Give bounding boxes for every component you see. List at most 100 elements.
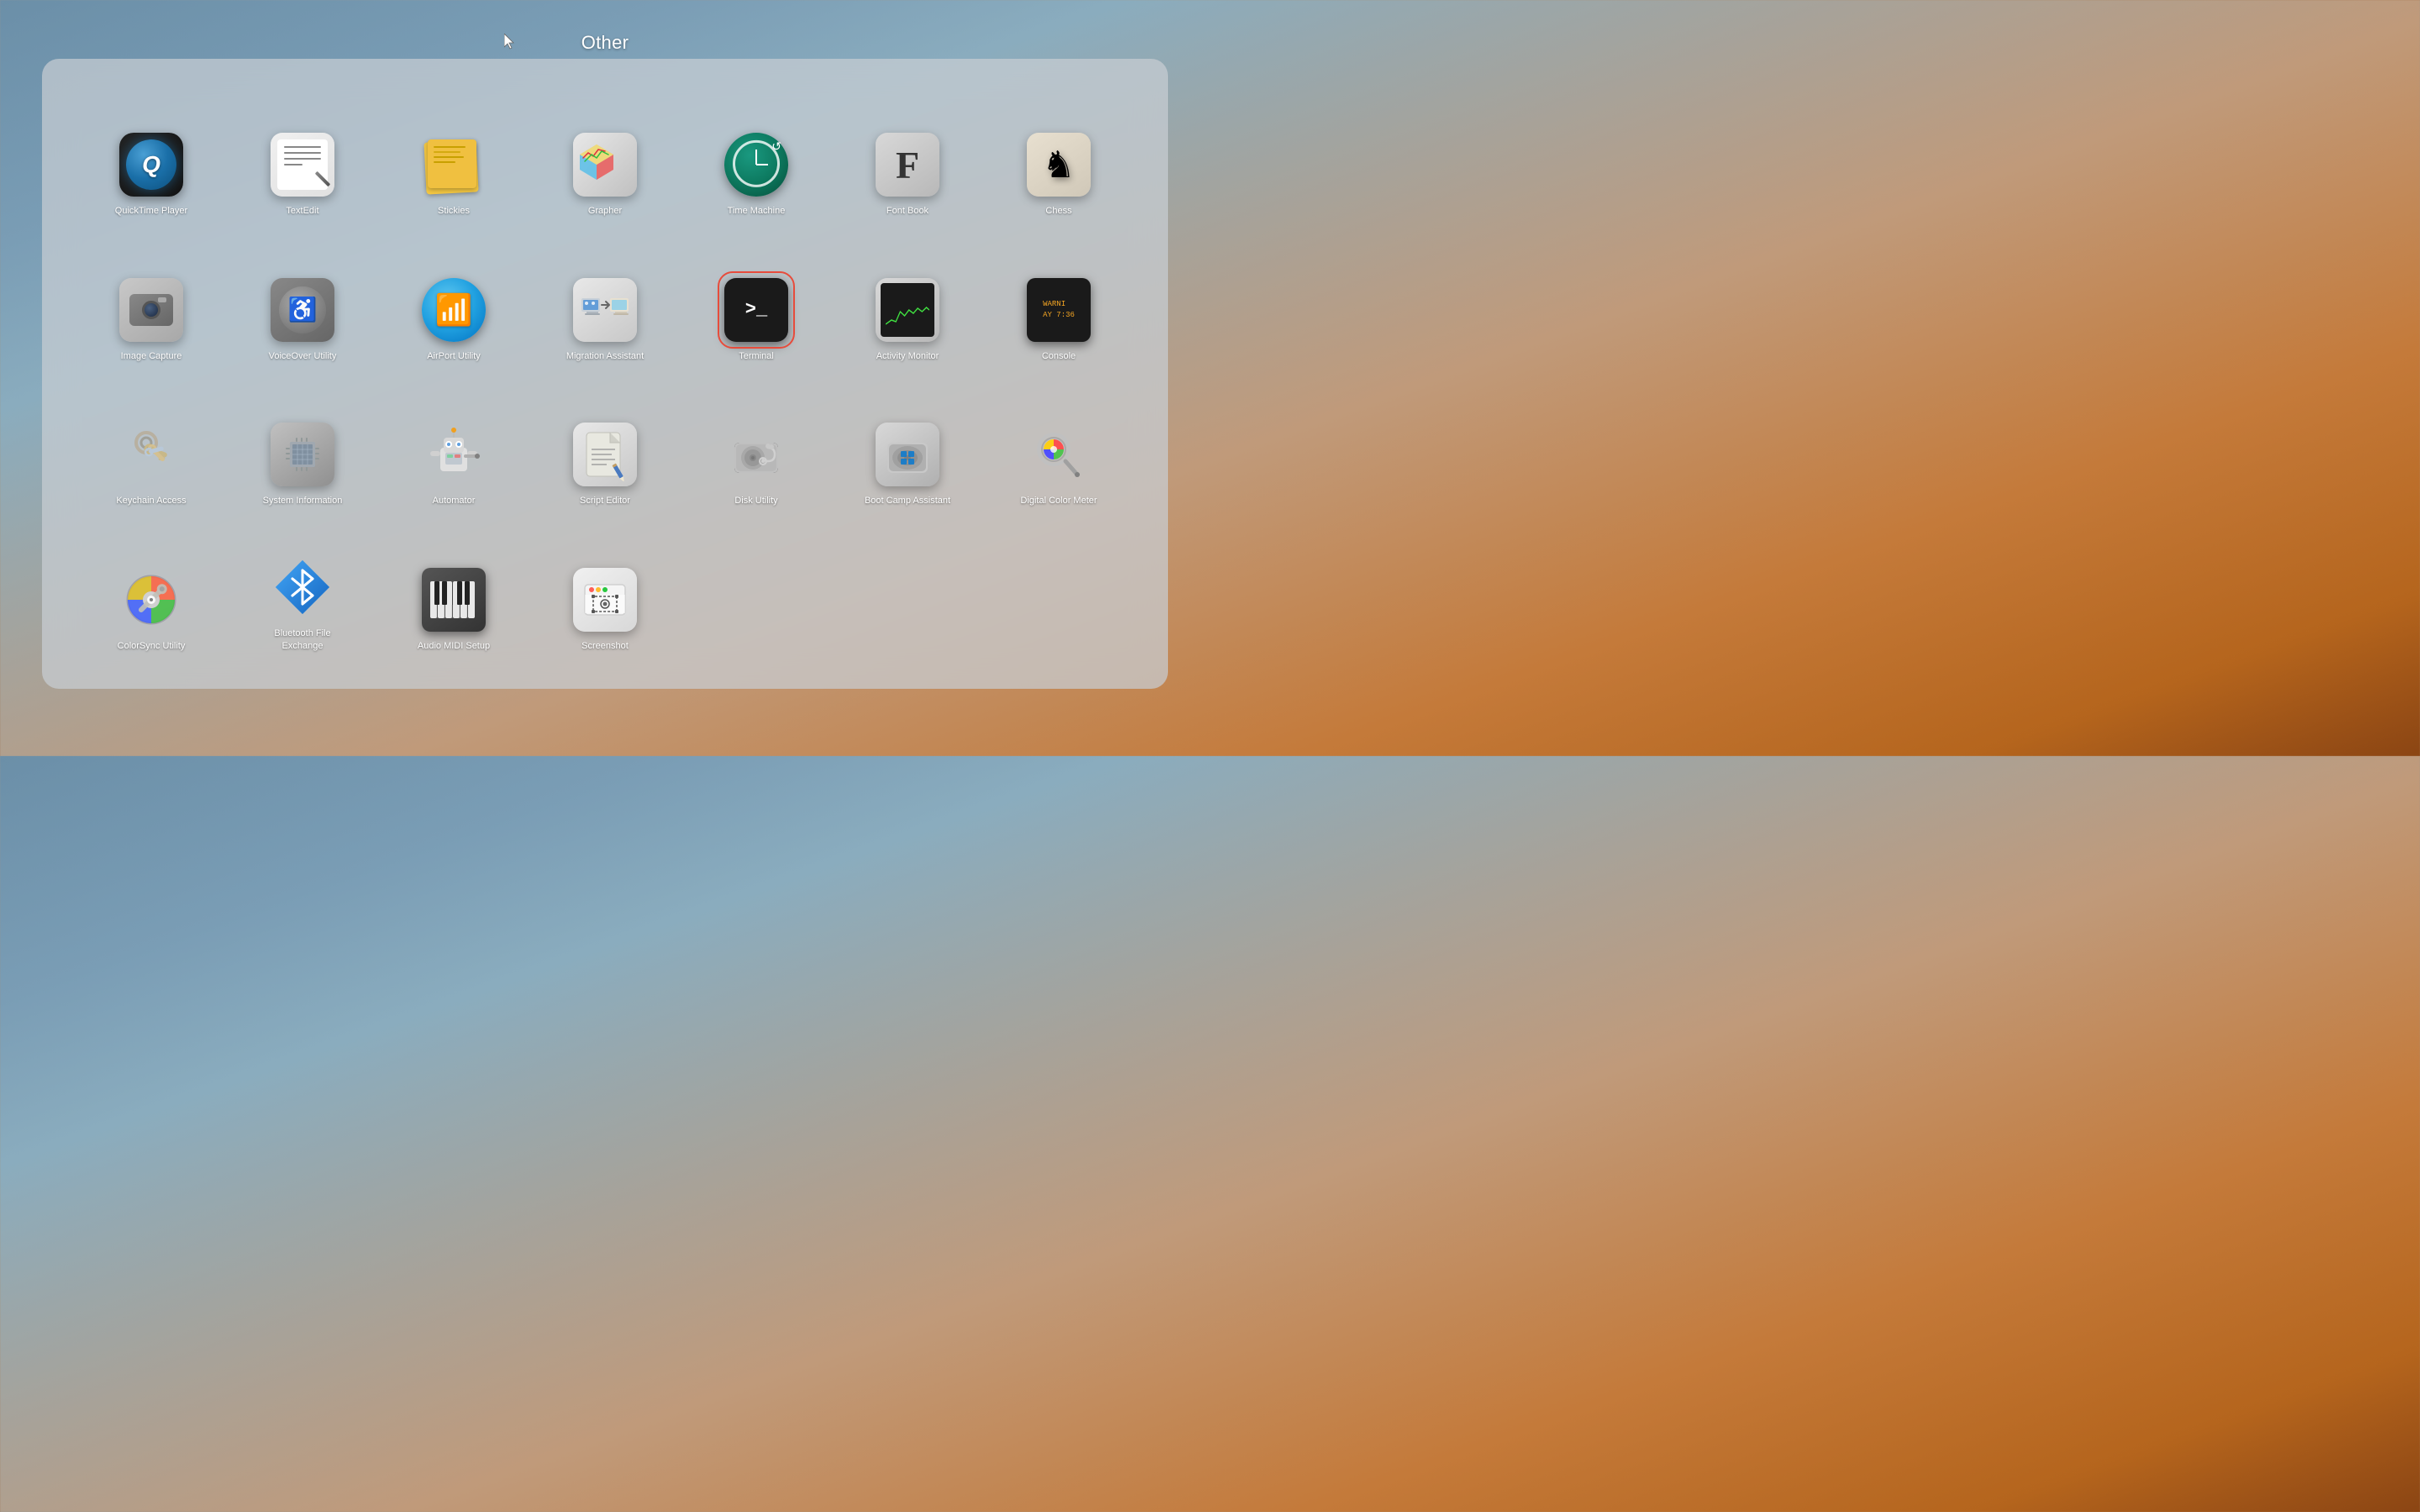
time-machine-label: Time Machine — [728, 205, 786, 217]
app-item-console[interactable]: WARNI AY 7:36 Console — [983, 229, 1134, 375]
app-item-stickies[interactable]: Stickies — [378, 84, 529, 229]
app-item-disk-utility[interactable]: Disk Utility — [681, 374, 832, 519]
digital-color-meter-icon-wrapper — [1025, 421, 1092, 488]
disk-utility-icon — [724, 423, 788, 486]
app-item-quicktime-player[interactable]: QuickTime Player — [76, 84, 227, 229]
audiomidi-svg — [429, 575, 479, 625]
app-item-keychain-access[interactable]: Keychain Access — [76, 374, 227, 519]
camera-flash — [158, 297, 166, 302]
disk-utility-label: Disk Utility — [734, 495, 777, 507]
textedit-line-2 — [284, 152, 321, 154]
fontbook-letter: F — [896, 143, 919, 187]
app-item-time-machine[interactable]: ↺ Time Machine — [681, 84, 832, 229]
image-capture-label: Image Capture — [121, 350, 182, 362]
sysinfo-svg — [277, 429, 328, 480]
app-item-chess[interactable]: ♞ Chess — [983, 84, 1134, 229]
audio-midi-setup-icon-wrapper — [420, 566, 487, 633]
app-item-digital-color-meter[interactable]: Digital Color Meter — [983, 374, 1134, 519]
boot-camp-assistant-label: Boot Camp Assistant — [865, 495, 950, 507]
app-item-automator[interactable]: Automator — [378, 374, 529, 519]
app-item-migration-assistant[interactable]: Migration Assistant — [529, 229, 681, 375]
activity-monitor-label: Activity Monitor — [876, 350, 939, 362]
quicktime-player-icon-wrapper — [118, 131, 185, 198]
app-item-activity-monitor[interactable]: Activity Monitor — [832, 229, 983, 375]
colorsync-svg — [121, 570, 182, 630]
app-item-colorsync-utility[interactable]: ColorSync Utility — [76, 519, 227, 664]
chess-label: Chess — [1045, 205, 1071, 217]
app-item-audio-midi-setup[interactable]: Audio MIDI Setup — [378, 519, 529, 664]
audio-midi-setup-icon — [422, 568, 486, 632]
grapher-icon-wrapper — [571, 131, 639, 198]
folder-panel: QuickTime Player TextEdit — [42, 59, 1168, 689]
time-machine-icon-wrapper: ↺ — [723, 131, 790, 198]
app-item-bluetooth-file-exchange[interactable]: Bluetooth File Exchange — [227, 519, 378, 664]
boot-camp-assistant-icon-wrapper — [874, 421, 941, 488]
colorsync-utility-icon — [119, 568, 183, 632]
audio-midi-setup-label: Audio MIDI Setup — [418, 640, 490, 652]
app-item-font-book[interactable]: F Font Book — [832, 84, 983, 229]
app-item-script-editor[interactable]: Script Editor — [529, 374, 681, 519]
app-item-airport-utility[interactable]: 📶 AirPort Utility — [378, 229, 529, 375]
quicktime-player-icon — [119, 133, 183, 197]
terminal-label: Terminal — [739, 350, 774, 362]
empty-cell-3 — [983, 519, 1134, 664]
digital-color-meter-icon — [1027, 423, 1091, 486]
chess-icon: ♞ — [1027, 133, 1091, 197]
system-information-label: System Information — [263, 495, 343, 507]
system-information-icon-wrapper — [269, 421, 336, 488]
keychain-access-icon-wrapper — [118, 421, 185, 488]
script-editor-icon-wrapper — [571, 421, 639, 488]
airport-utility-icon-wrapper: 📶 — [420, 276, 487, 344]
textedit-pen-icon — [315, 171, 330, 186]
console-icon: WARNI AY 7:36 — [1027, 278, 1091, 342]
empty-cell-1 — [681, 519, 832, 664]
screenshot-svg — [578, 573, 632, 627]
boot-camp-assistant-icon — [876, 423, 939, 486]
accessibility-symbol: ♿ — [288, 296, 318, 323]
migration-svg — [578, 283, 632, 337]
app-item-boot-camp-assistant[interactable]: Boot Camp Assistant — [832, 374, 983, 519]
migration-assistant-label: Migration Assistant — [566, 350, 644, 362]
timemachine-minute-hand — [756, 164, 768, 165]
voiceover-utility-label: VoiceOver Utility — [269, 350, 337, 362]
camera-body — [129, 294, 173, 326]
bluetooth-file-exchange-label: Bluetooth File Exchange — [256, 627, 349, 652]
migration-assistant-icon-wrapper — [571, 276, 639, 344]
stickies-label: Stickies — [438, 205, 470, 217]
app-item-voiceover-utility[interactable]: ♿ VoiceOver Utility — [227, 229, 378, 375]
timemachine-hour-hand — [755, 150, 757, 165]
textedit-line-1 — [284, 146, 321, 148]
bluetooth-file-exchange-icon — [271, 555, 334, 619]
app-item-textedit[interactable]: TextEdit — [227, 84, 378, 229]
script-editor-label: Script Editor — [580, 495, 630, 507]
app-item-terminal[interactable]: >_ Terminal — [681, 229, 832, 375]
voiceover-inner: ♿ — [279, 286, 326, 333]
bootcamp-svg — [881, 428, 934, 481]
app-item-grapher[interactable]: Grapher — [529, 84, 681, 229]
terminal-icon-wrapper: >_ — [723, 276, 790, 344]
automator-icon — [422, 423, 486, 486]
color-meter-svg — [1028, 424, 1089, 485]
script-editor-icon — [573, 423, 637, 486]
font-book-icon: F — [876, 133, 939, 197]
app-item-screenshot[interactable]: Screenshot — [529, 519, 681, 664]
bluetooth-file-exchange-icon-wrapper — [269, 554, 336, 621]
screenshot-icon-wrapper — [571, 566, 639, 633]
textedit-lines — [284, 146, 321, 170]
grapher-cube-svg — [573, 133, 620, 180]
migration-assistant-icon — [573, 278, 637, 342]
terminal-prompt: >_ — [745, 299, 767, 320]
keychain-svg — [121, 424, 182, 485]
stickies-icon-wrapper — [420, 131, 487, 198]
textedit-icon-wrapper — [269, 131, 336, 198]
airport-utility-icon: 📶 — [422, 278, 486, 342]
chess-piece-icon: ♞ — [1042, 144, 1075, 186]
activity-monitor-icon-wrapper — [874, 276, 941, 344]
console-text-display: WARNI AY 7:36 — [1043, 299, 1075, 320]
bluetooth-svg — [272, 557, 333, 617]
app-item-system-information[interactable]: System Information — [227, 374, 378, 519]
automator-svg — [424, 424, 484, 485]
sticky-text-lines — [434, 146, 466, 166]
app-item-image-capture[interactable]: Image Capture — [76, 229, 227, 375]
empty-cell-2 — [832, 519, 983, 664]
